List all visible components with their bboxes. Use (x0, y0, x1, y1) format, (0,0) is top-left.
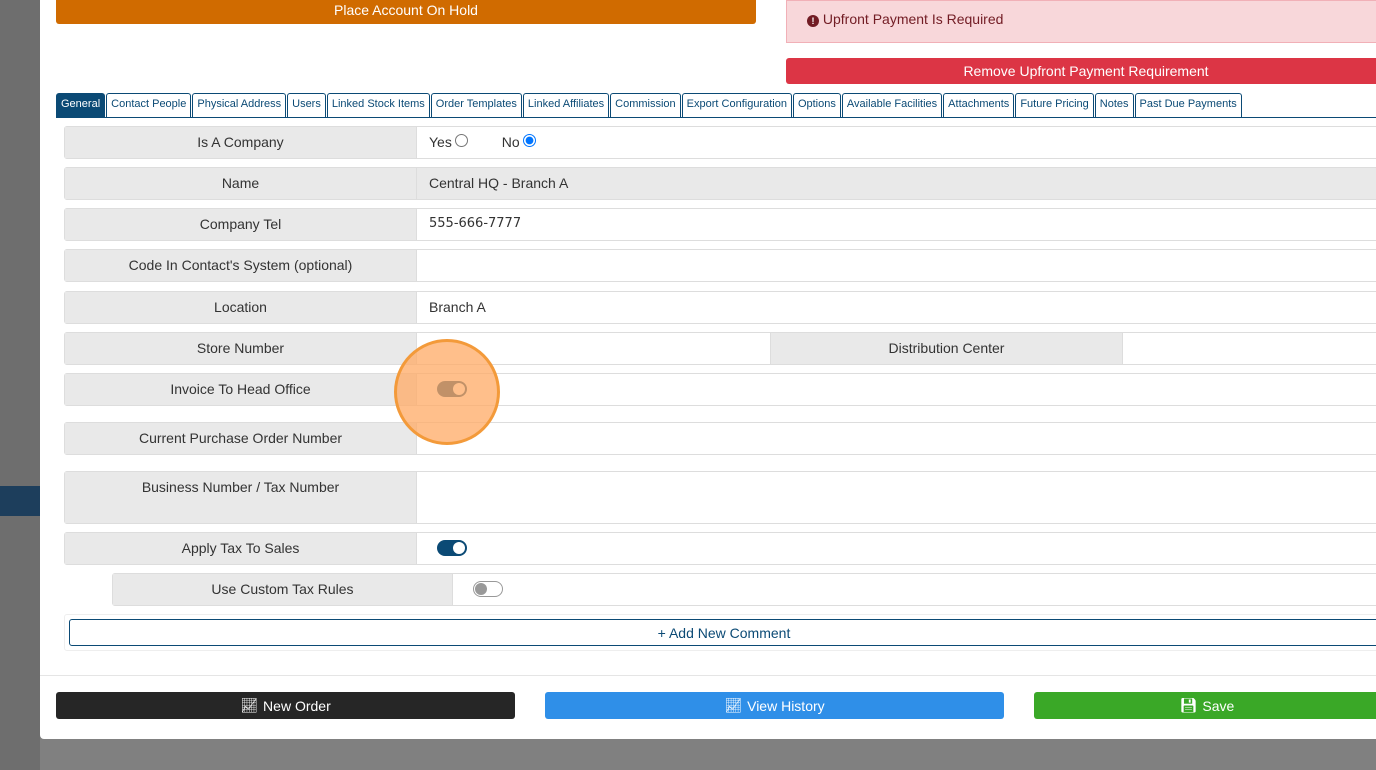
custom-tax-toggle[interactable] (473, 581, 503, 597)
place-on-hold-button[interactable]: Place Account On Hold (56, 0, 756, 24)
is-company-radios: Yes No (417, 127, 1376, 158)
radio-yes[interactable] (454, 134, 468, 147)
button-label: Save (1202, 697, 1235, 714)
button-label: Place Account On Hold (334, 2, 478, 18)
tab-attachments[interactable]: Attachments (943, 93, 1015, 117)
row-po: Current Purchase Order Number (64, 422, 1376, 455)
tab-notes[interactable]: Notes (1094, 93, 1134, 117)
tab-available-facilities[interactable]: Available Facilities (841, 93, 943, 117)
tab-contact-people[interactable]: Contact People (106, 93, 192, 117)
button-label: Remove Upfront Payment Requirement (963, 63, 1209, 79)
row-invoice-head: Invoice To Head Office (64, 373, 1376, 406)
tab-order-templates[interactable]: Order Templates (430, 93, 522, 117)
button-label: New Order (263, 697, 331, 714)
location-input[interactable]: Branch A (417, 292, 1376, 323)
row-name: Name Central HQ - Branch A (64, 167, 1376, 200)
tab-linked-stock-items[interactable]: Linked Stock Items (326, 93, 430, 117)
save-button[interactable]: 💾︎ Save (1034, 692, 1376, 719)
field-label: Use Custom Tax Rules (113, 574, 453, 605)
field-label: Is A Company (65, 127, 417, 158)
radio-yes-label: Yes (429, 134, 452, 150)
row-location: Location Branch A (64, 291, 1376, 324)
field-label: Apply Tax To Sales (65, 533, 417, 564)
tab-bar: General Contact People Physical Address Use… (56, 93, 1376, 118)
field-label: Company Tel (65, 209, 417, 240)
chart-line-icon: 📈︎ (724, 697, 743, 713)
tab-users[interactable]: Users (287, 93, 326, 117)
alert-text: Upfront Payment Is Required (822, 11, 1004, 27)
view-history-button[interactable]: 📈︎ View History (545, 692, 1004, 719)
row-store: Store Number Distribution Center (64, 332, 1376, 365)
field-label: Invoice To Head Office (65, 374, 417, 405)
account-modal: Place Account On Hold ! Upfront Payment … (40, 0, 1376, 739)
exclamation-icon: ! (807, 15, 819, 27)
add-comment-button[interactable]: + Add New Comment (69, 619, 1376, 646)
tab-physical-address[interactable]: Physical Address (192, 93, 287, 117)
chart-line-icon: 📈︎ (240, 697, 259, 713)
tab-export-configuration[interactable]: Export Configuration (681, 93, 792, 117)
footer-divider (40, 675, 1376, 676)
name-input[interactable]: Central HQ - Branch A (417, 168, 1376, 199)
tab-commission[interactable]: Commission (610, 93, 681, 117)
sidebar-active-item (0, 486, 40, 516)
field-label: Name (65, 168, 417, 199)
apply-tax-toggle[interactable] (437, 540, 467, 556)
distribution-center-input[interactable] (1123, 333, 1376, 364)
tab-general[interactable]: General (56, 93, 106, 117)
tel-input[interactable]: 555-666-7777 (417, 209, 1376, 240)
row-apply-tax: Apply Tax To Sales (64, 532, 1376, 565)
comment-area: + Add New Comment (64, 614, 1376, 651)
tab-past-due-payments[interactable]: Past Due Payments (1134, 93, 1242, 117)
field-label: Code In Contact's System (optional) (65, 250, 417, 281)
code-input[interactable] (417, 250, 1376, 281)
background-sidebar (0, 0, 40, 770)
radio-no[interactable] (522, 134, 536, 147)
row-code: Code In Contact's System (optional) (64, 249, 1376, 282)
tab-future-pricing[interactable]: Future Pricing (1015, 93, 1094, 117)
new-order-button[interactable]: 📈︎ New Order (56, 692, 515, 719)
tab-linked-affiliates[interactable]: Linked Affiliates (522, 93, 610, 117)
button-label: View History (747, 697, 825, 714)
floppy-disk-icon: 💾︎ (1179, 697, 1198, 713)
row-is-company: Is A Company Yes No (64, 126, 1376, 159)
field-label: Business Number / Tax Number (65, 472, 417, 523)
po-input[interactable] (417, 423, 1376, 454)
row-custom-tax: Use Custom Tax Rules (112, 573, 1376, 606)
field-label: Store Number (65, 333, 417, 364)
row-tel: Company Tel 555-666-7777 (64, 208, 1376, 241)
remove-upfront-button[interactable]: Remove Upfront Payment Requirement (786, 58, 1376, 84)
radio-no-label: No (501, 134, 520, 150)
bn-textarea[interactable] (417, 472, 1376, 523)
field-label: Current Purchase Order Number (65, 423, 417, 454)
field-label: Location (65, 292, 417, 323)
click-highlight (394, 339, 500, 445)
button-label: + Add New Comment (657, 624, 791, 641)
row-bn: Business Number / Tax Number (64, 471, 1376, 524)
upfront-alert: ! Upfront Payment Is Required (786, 0, 1376, 43)
field-label: Distribution Center (771, 333, 1123, 364)
tab-options[interactable]: Options (792, 93, 841, 117)
